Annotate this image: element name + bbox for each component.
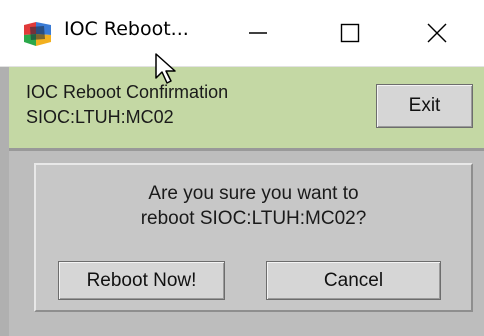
window-titlebar[interactable]: IOC Reboot... <box>0 0 484 67</box>
close-button[interactable] <box>398 0 476 66</box>
confirmation-header: IOC Reboot Confirmation SIOC:LTUH:MC02 E… <box>9 67 484 148</box>
maximize-icon <box>340 23 360 43</box>
reboot-now-button[interactable]: Reboot Now! <box>58 261 225 300</box>
cancel-button[interactable]: Cancel <box>266 261 441 300</box>
app-icon <box>24 22 51 46</box>
minimize-icon <box>249 32 267 34</box>
divider <box>9 148 484 151</box>
header-title: IOC Reboot Confirmation <box>26 82 229 102</box>
window-frame-edge <box>0 67 9 336</box>
maximize-button[interactable] <box>311 0 389 66</box>
confirm-message-line2: reboot SIOC:LTUH:MC02? <box>140 208 367 229</box>
minimize-button[interactable] <box>219 0 297 66</box>
close-icon <box>427 23 447 43</box>
mouse-pointer-icon <box>154 52 180 91</box>
header-ioc-name: SIOC:LTUH:MC02 <box>26 107 174 127</box>
exit-button[interactable]: Exit <box>376 84 473 128</box>
confirm-message-line1: Are you sure you want to <box>148 183 359 204</box>
confirmation-panel: Are you sure you want to reboot SIOC:LTU… <box>34 163 473 312</box>
window-title: IOC Reboot... <box>64 18 189 40</box>
